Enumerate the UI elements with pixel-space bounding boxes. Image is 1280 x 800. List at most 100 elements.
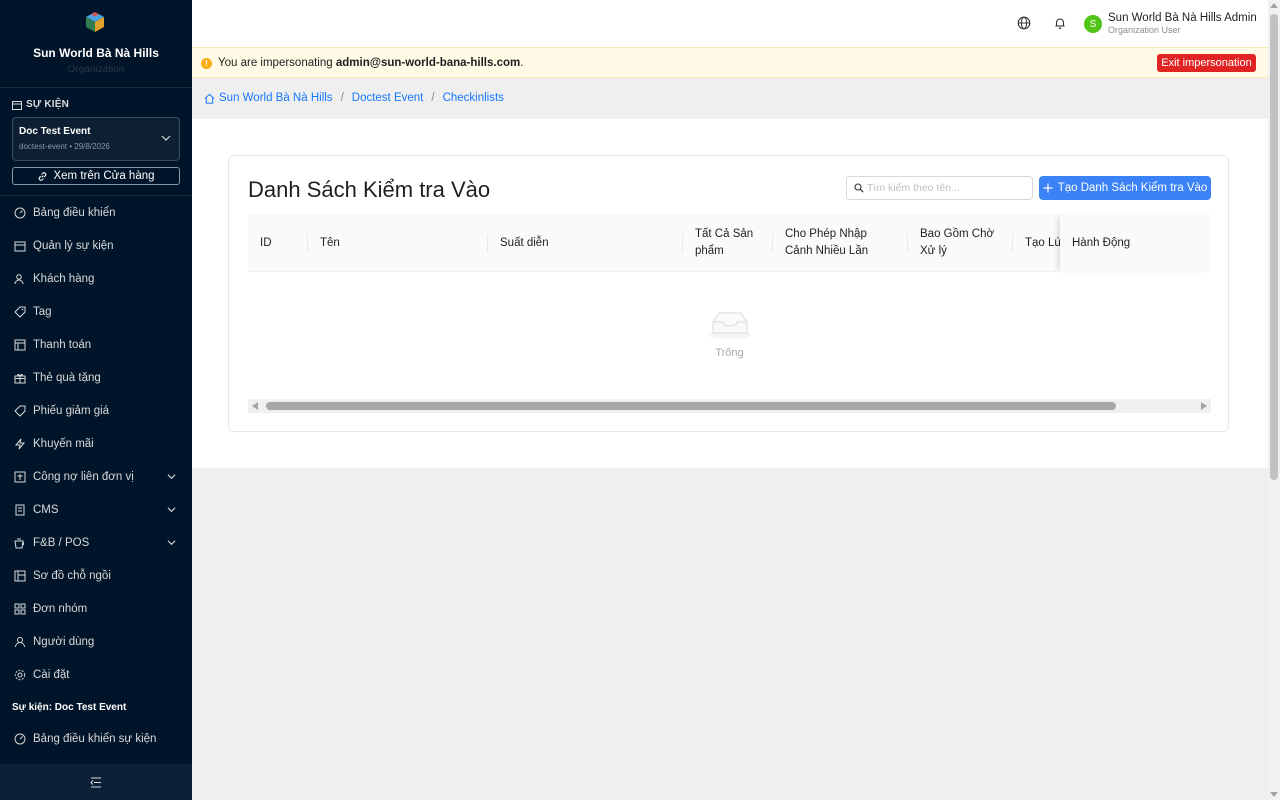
seat-map-icon (14, 570, 26, 582)
chevron-down-icon (167, 474, 176, 480)
search-icon (854, 183, 864, 193)
warning-icon: ! (201, 58, 212, 69)
column-header-multi-entry[interactable]: Cho Phép Nhập Cảnh Nhiều Lần (785, 214, 895, 272)
sidebar-item-label: Bảng điều khiển sự kiện (33, 732, 157, 745)
sidebar-item-label: Cài đặt (33, 668, 70, 681)
sidebar-item-inter-unit-debt[interactable]: Công nợ liên đơn vị (0, 460, 192, 493)
sidebar-item-label: Người dùng (33, 635, 95, 648)
scroll-up-arrow-icon[interactable] (1270, 3, 1278, 8)
exit-impersonation-button[interactable]: Exit impersonation (1157, 54, 1256, 72)
impersonation-message: You are impersonating admin@sun-world-ba… (218, 57, 523, 69)
column-header-name[interactable]: Tên (320, 214, 340, 272)
tag-icon (14, 306, 26, 318)
page-scrollbar[interactable] (1268, 0, 1280, 800)
empty-state: Trống (248, 273, 1211, 396)
breadcrumb-separator: / (431, 92, 435, 104)
sidebar-item-group-orders[interactable]: Đơn nhóm (0, 592, 192, 625)
sidebar-item-seat-map[interactable]: Sơ đồ chỗ ngồi (0, 559, 192, 592)
event-section-title: Sự kiện: Doc Test Event (12, 702, 127, 713)
breadcrumb-checkinlists[interactable]: Checkinlists (443, 92, 504, 104)
impersonated-email: admin@sun-world-bana-hills.com (335, 57, 521, 69)
sidebar-item-label: Thẻ quà tặng (33, 371, 101, 384)
sidebar-item-event-management[interactable]: Quản lý sự kiện (0, 229, 192, 262)
create-checkin-list-label: Tạo Danh Sách Kiểm tra Vào (1057, 182, 1208, 194)
coffee-icon (14, 537, 26, 549)
horizontal-scrollbar[interactable] (248, 399, 1211, 413)
person-icon (14, 636, 26, 648)
fixed-actions-column: Hành Động (1060, 214, 1211, 272)
gift-icon (14, 372, 26, 384)
column-header-performance[interactable]: Suất diễn (500, 214, 549, 272)
column-header-created-at[interactable]: Tạo Lúc (1025, 214, 1065, 272)
chevron-down-icon (167, 507, 176, 513)
brand-logo-icon (86, 12, 104, 32)
sidebar-item-coupons[interactable]: Phiếu giảm giá (0, 394, 192, 427)
impersonation-suffix: . (520, 57, 524, 69)
scroll-right-arrow-icon[interactable] (1201, 402, 1207, 410)
dashboard-icon (14, 207, 26, 219)
column-separator (1012, 234, 1013, 252)
events-section-label: SỰ KIỆN (26, 99, 70, 110)
user-name[interactable]: Sun World Bà Nà Hills Admin (1108, 12, 1257, 24)
sidebar-item-label: Khách hàng (33, 272, 95, 285)
scroll-left-arrow-icon[interactable] (252, 402, 258, 410)
sidebar-item-cms[interactable]: CMS (0, 493, 192, 526)
calendar-icon (12, 100, 22, 110)
search-input[interactable] (867, 180, 1027, 196)
sidebar-item-label: Tag (33, 305, 52, 318)
payment-icon (14, 339, 26, 351)
sidebar-item-users[interactable]: Người dùng (0, 625, 192, 658)
sidebar-item-label: Phiếu giảm giá (33, 404, 110, 417)
view-on-store-button[interactable]: Xem trên Cửa hàng (12, 167, 180, 185)
column-separator (772, 234, 773, 252)
sidebar-collapse-button[interactable] (0, 764, 192, 800)
column-header-include-pending[interactable]: Bao Gồm Chờ Xử lý (920, 214, 1000, 272)
sidebar-item-payments[interactable]: Thanh toán (0, 328, 192, 361)
breadcrumb: Sun World Bà Nà Hills / Doctest Event / … (192, 87, 1268, 109)
sidebar-item-label: Sơ đồ chỗ ngồi (33, 569, 111, 582)
top-header: S Sun World Bà Nà Hills Admin Organizati… (192, 0, 1268, 47)
sidebar-item-promotions[interactable]: Khuyến mãi (0, 427, 192, 460)
globe-icon[interactable] (1017, 16, 1031, 30)
user-role: Organization User (1108, 25, 1181, 35)
view-on-store-label: Xem trên Cửa hàng (53, 170, 155, 182)
plus-icon (1043, 183, 1053, 193)
impersonation-banner: ! You are impersonating admin@sun-world-… (192, 47, 1268, 78)
breadcrumb-org[interactable]: Sun World Bà Nà Hills (219, 92, 333, 104)
event-name: Doc Test Event (19, 126, 91, 137)
sidebar-item-tag[interactable]: Tag (0, 295, 192, 328)
sidebar-item-customers[interactable]: Khách hàng (0, 262, 192, 295)
sidebar-item-label: Quản lý sự kiện (33, 239, 114, 252)
sidebar-item-gift-cards[interactable]: Thẻ quà tặng (0, 361, 192, 394)
sidebar-item-label: Bảng điều khiển (33, 206, 116, 219)
column-header-all-products[interactable]: Tất Cả Sản phẩm (695, 214, 761, 272)
calendar-icon (14, 240, 26, 252)
sidebar-item-label: CMS (33, 503, 59, 516)
event-selector[interactable]: Doc Test Event doctest-event • 29/8/2026 (12, 117, 180, 161)
checkin-list-card: Danh Sách Kiểm tra Vào Tạo Danh Sách Kiể… (228, 155, 1229, 432)
column-separator (487, 234, 488, 252)
column-header-id[interactable]: ID (260, 214, 272, 272)
scroll-down-arrow-icon[interactable] (1270, 792, 1278, 797)
sidebar-item-label: Khuyến mãi (33, 437, 94, 450)
settings-icon (14, 669, 26, 681)
sidebar-item-dashboard[interactable]: Bảng điều khiển (0, 196, 192, 229)
column-separator (907, 234, 908, 252)
empty-inbox-icon (709, 312, 751, 339)
dashboard-icon (14, 733, 26, 745)
lightning-icon (14, 438, 26, 450)
horizontal-scrollbar-thumb[interactable] (266, 402, 1116, 410)
brand-name: Sun World Bà Nà Hills (33, 46, 159, 60)
group-order-icon (14, 603, 26, 615)
sidebar-item-fnb-pos[interactable]: F&B / POS (0, 526, 192, 559)
breadcrumb-event[interactable]: Doctest Event (352, 92, 424, 104)
create-checkin-list-button[interactable]: Tạo Danh Sách Kiểm tra Vào (1039, 176, 1211, 200)
sidebar-item-event-dashboard[interactable]: Bảng điều khiển sự kiện (0, 722, 192, 755)
empty-text: Trống (715, 347, 744, 359)
page-scrollbar-thumb[interactable] (1270, 14, 1278, 480)
sidebar-item-settings[interactable]: Cài đặt (0, 658, 192, 691)
column-header-actions: Hành Động (1072, 236, 1131, 249)
link-icon (39, 171, 47, 181)
bell-icon[interactable] (1053, 16, 1067, 30)
avatar[interactable]: S (1084, 15, 1102, 33)
